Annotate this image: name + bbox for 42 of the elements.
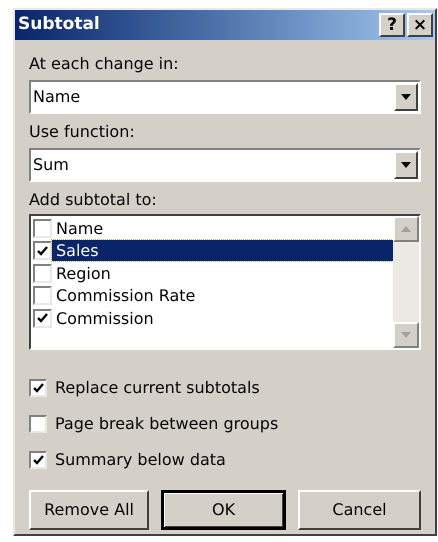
list-item[interactable]: Commission Rate xyxy=(52,285,393,306)
dialog-button[interactable]: Cancel xyxy=(298,490,421,530)
checkbox-label: Summary below data xyxy=(55,449,226,471)
check-icon xyxy=(37,313,48,324)
checkbox[interactable] xyxy=(33,308,52,328)
list-item[interactable]: Region xyxy=(52,262,393,284)
window-title: Subtotal xyxy=(18,13,101,36)
dropdown-value: Name xyxy=(32,86,82,108)
checkbox[interactable] xyxy=(33,241,52,260)
checkbox[interactable] xyxy=(33,264,52,283)
dropdown-button[interactable] xyxy=(394,151,418,179)
checkbox[interactable] xyxy=(33,286,52,306)
dropdown-field[interactable]: Sum xyxy=(29,148,421,182)
dropdown-value: Sum xyxy=(32,154,70,176)
field-label: At each change in: xyxy=(29,53,180,75)
scroll-down-button[interactable] xyxy=(393,322,419,348)
checkbox-label: Page break between groups xyxy=(55,413,278,435)
dialog-button[interactable]: Remove All xyxy=(29,490,150,530)
list-item[interactable]: Name xyxy=(52,218,393,239)
dropdown-arrow-icon xyxy=(401,94,411,100)
dropdown-button[interactable] xyxy=(394,83,418,111)
checkbox[interactable] xyxy=(29,379,47,397)
scrollbar[interactable] xyxy=(393,216,419,348)
checkbox[interactable] xyxy=(29,451,47,469)
checkbox-label: Replace current subtotals xyxy=(55,377,260,399)
dropdown-arrow-icon xyxy=(401,162,411,168)
list-item[interactable]: Sales xyxy=(52,240,393,262)
dropdown-field[interactable]: Name xyxy=(29,80,421,114)
scroll-up-button[interactable] xyxy=(393,216,419,242)
dialog-button[interactable]: OK xyxy=(161,490,286,530)
checkbox[interactable] xyxy=(29,415,47,433)
help-button[interactable]: ? xyxy=(379,13,405,37)
checkbox[interactable] xyxy=(33,218,52,238)
down-arrow-icon xyxy=(401,332,411,338)
field-label: Add subtotal to: xyxy=(29,189,158,211)
close-button[interactable]: × xyxy=(407,13,433,37)
up-arrow-icon xyxy=(401,226,411,232)
list-item[interactable]: Commission xyxy=(52,308,393,329)
check-icon xyxy=(32,455,44,465)
field-label: Use function: xyxy=(29,121,136,143)
check-icon xyxy=(32,383,44,393)
check-icon xyxy=(37,246,48,256)
